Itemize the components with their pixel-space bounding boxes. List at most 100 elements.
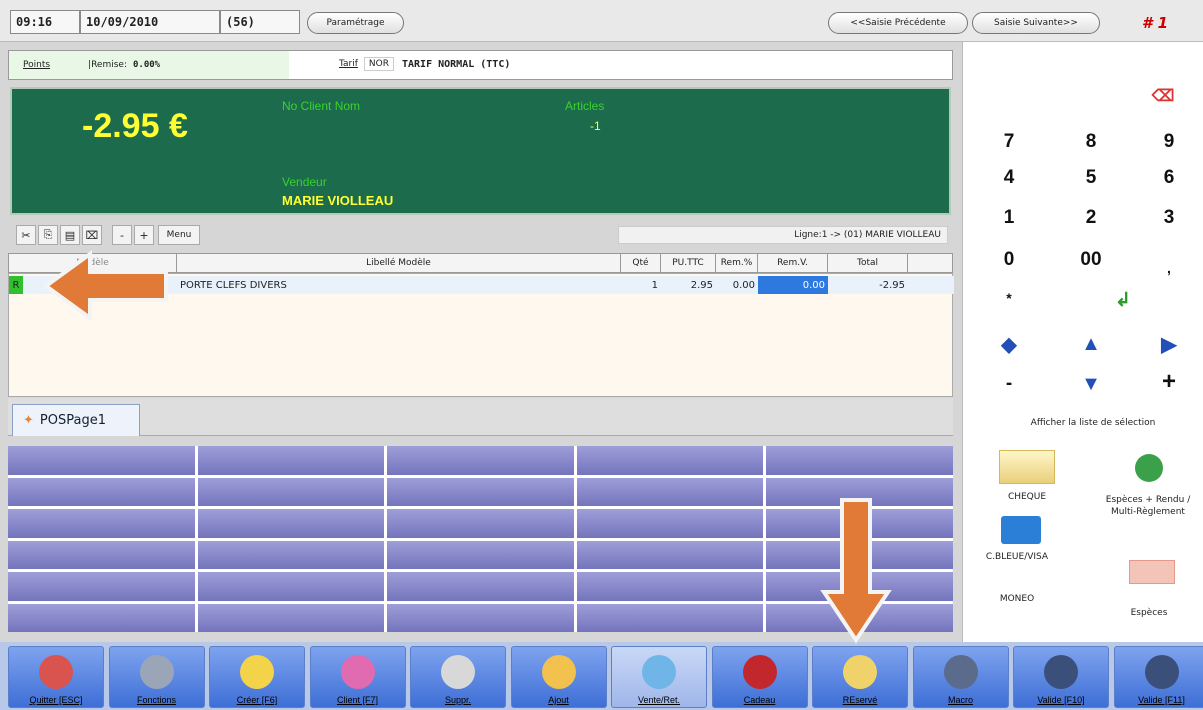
- bottom-button-5[interactable]: Ajout: [510, 646, 607, 708]
- bottom-button-6[interactable]: Vente/Ret.: [611, 646, 707, 708]
- pos-cell[interactable]: [576, 509, 764, 538]
- pos-cell[interactable]: [8, 509, 195, 538]
- pos-cell[interactable]: [8, 603, 195, 632]
- row-rem-v[interactable]: 0.00: [758, 276, 828, 294]
- pos-cell[interactable]: [387, 477, 574, 506]
- pos-cell[interactable]: [197, 540, 385, 569]
- pos-cell[interactable]: [8, 572, 195, 601]
- bottom-button-label: Valide [F10]: [1037, 695, 1085, 705]
- pos-cell[interactable]: [576, 446, 764, 475]
- pos-cell[interactable]: [387, 509, 574, 538]
- arrow-down-icon[interactable]: ▼: [1071, 370, 1111, 398]
- card-icon[interactable]: [1001, 516, 1041, 544]
- bottom-button-8[interactable]: REservé: [812, 646, 908, 708]
- bottom-button-0[interactable]: Quitter [ESC]: [8, 646, 104, 708]
- bottom-button-10[interactable]: Valide [F10]: [1013, 646, 1109, 708]
- key-00[interactable]: 00: [1071, 246, 1111, 274]
- pos-cell[interactable]: [576, 603, 764, 632]
- ticket-number: # 1: [1141, 14, 1169, 32]
- pos-cell[interactable]: [576, 572, 764, 601]
- cheque-icon[interactable]: [999, 450, 1055, 484]
- pos-cell[interactable]: [387, 603, 574, 632]
- pos-cell[interactable]: [576, 540, 764, 569]
- key-4[interactable]: 4: [989, 164, 1029, 192]
- col-libelle[interactable]: Libellé Modèle: [177, 254, 621, 272]
- pos-cell[interactable]: [197, 603, 385, 632]
- key-9[interactable]: 9: [1149, 128, 1189, 156]
- col-qte[interactable]: Qté: [621, 254, 661, 272]
- key-2[interactable]: 2: [1071, 204, 1111, 232]
- show-selection-list[interactable]: Afficher la liste de sélection: [993, 418, 1193, 428]
- key-5[interactable]: 5: [1071, 164, 1111, 192]
- pos-cell[interactable]: [8, 477, 195, 506]
- pos-cell[interactable]: [197, 572, 385, 601]
- pos-cell[interactable]: [197, 446, 385, 475]
- row-qte: 1: [651, 279, 658, 291]
- cut-icon[interactable]: ✂: [16, 225, 36, 245]
- key-plus[interactable]: +: [1149, 368, 1189, 396]
- key-6[interactable]: 6: [1149, 164, 1189, 192]
- parametrage-button[interactable]: Paramétrage: [307, 12, 404, 34]
- pos-cell[interactable]: [8, 540, 195, 569]
- pos-cell[interactable]: [576, 477, 764, 506]
- next-entry-button[interactable]: Saisie Suivante>>: [972, 12, 1100, 34]
- key-3[interactable]: 3: [1149, 204, 1189, 232]
- bottom-button-icon: [1144, 655, 1179, 689]
- key-8[interactable]: 8: [1071, 128, 1111, 156]
- articles-label: Articles: [565, 99, 605, 113]
- pos-cell[interactable]: [387, 572, 574, 601]
- enter-icon[interactable]: ↲: [1103, 286, 1143, 314]
- cheque-label[interactable]: CHEQUE: [989, 492, 1065, 502]
- pos-cell[interactable]: [387, 446, 574, 475]
- tab-pospage1[interactable]: ✦ POSPage1: [12, 404, 140, 436]
- bottom-button-4[interactable]: Suppr.: [410, 646, 506, 708]
- bottom-button-icon: [541, 655, 576, 689]
- bottom-button-2[interactable]: Créer [F6]: [209, 646, 305, 708]
- points-label[interactable]: Points: [23, 60, 50, 70]
- key-comma[interactable]: ,: [1149, 254, 1189, 282]
- bottom-button-3[interactable]: Client [F7]: [309, 646, 406, 708]
- menu-button[interactable]: Menu: [158, 225, 200, 245]
- arrow-left-icon[interactable]: ◆: [989, 330, 1029, 358]
- total-display-panel: -2.95 € No Client Nom Articles -1 Vendeu…: [10, 87, 951, 215]
- bottom-button-1[interactable]: Fonctions: [108, 646, 205, 708]
- bottom-button-9[interactable]: Macro: [912, 646, 1009, 708]
- delete-row-icon[interactable]: ⌧: [82, 225, 102, 245]
- cash-multi-icon[interactable]: [1135, 454, 1163, 482]
- bottom-button-7[interactable]: Cadeau: [711, 646, 808, 708]
- col-total[interactable]: Total: [828, 254, 908, 272]
- pos-cell[interactable]: [197, 477, 385, 506]
- key-star[interactable]: *: [989, 284, 1029, 312]
- col-rem-pct[interactable]: Rem.%: [716, 254, 758, 272]
- copy-icon[interactable]: ⎘: [38, 225, 58, 245]
- backspace-icon[interactable]: ⌫: [1143, 82, 1183, 110]
- key-minus[interactable]: -: [989, 370, 1029, 398]
- key-0[interactable]: 0: [989, 246, 1029, 274]
- col-rem-v[interactable]: Rem.V.: [758, 254, 828, 272]
- key-7[interactable]: 7: [989, 128, 1029, 156]
- minus-button[interactable]: -: [112, 225, 132, 245]
- moneo-label[interactable]: MONEO: [987, 594, 1047, 604]
- bottom-button-label: Suppr.: [444, 695, 472, 705]
- bottom-button-icon: [642, 655, 676, 689]
- tarif-name: TARIF NORMAL (TTC): [401, 58, 511, 70]
- key-1[interactable]: 1: [989, 204, 1029, 232]
- pos-cell[interactable]: [766, 446, 953, 475]
- pos-cell[interactable]: [197, 509, 385, 538]
- tarif-code[interactable]: NOR: [363, 57, 394, 71]
- cash-label[interactable]: Espèces: [1119, 608, 1179, 618]
- col-pu-ttc[interactable]: PU.TTC: [661, 254, 716, 272]
- pos-cell[interactable]: [387, 540, 574, 569]
- cash-multi-label[interactable]: Espèces + Rendu / Multi-Règlement: [1093, 494, 1203, 518]
- arrow-up-icon[interactable]: ▲: [1071, 330, 1111, 358]
- bottom-button-label: Créer [F6]: [236, 695, 278, 705]
- cash-notes-icon[interactable]: [1129, 560, 1175, 584]
- paste-icon[interactable]: ▤: [60, 225, 80, 245]
- previous-entry-button[interactable]: <<Saisie Précédente: [828, 12, 968, 34]
- keypad-panel: ⌫ 7 8 9 4 5 6 1 2 3 0 00 , * ↲ ◆ ▲ ▶ - ▼…: [962, 42, 1203, 642]
- pos-cell[interactable]: [8, 446, 195, 475]
- arrow-right-icon[interactable]: ▶: [1149, 330, 1189, 358]
- card-label[interactable]: C.BLEUE/VISA: [977, 552, 1057, 562]
- bottom-button-11[interactable]: Valide [F11]: [1113, 646, 1203, 708]
- plus-button[interactable]: +: [134, 225, 154, 245]
